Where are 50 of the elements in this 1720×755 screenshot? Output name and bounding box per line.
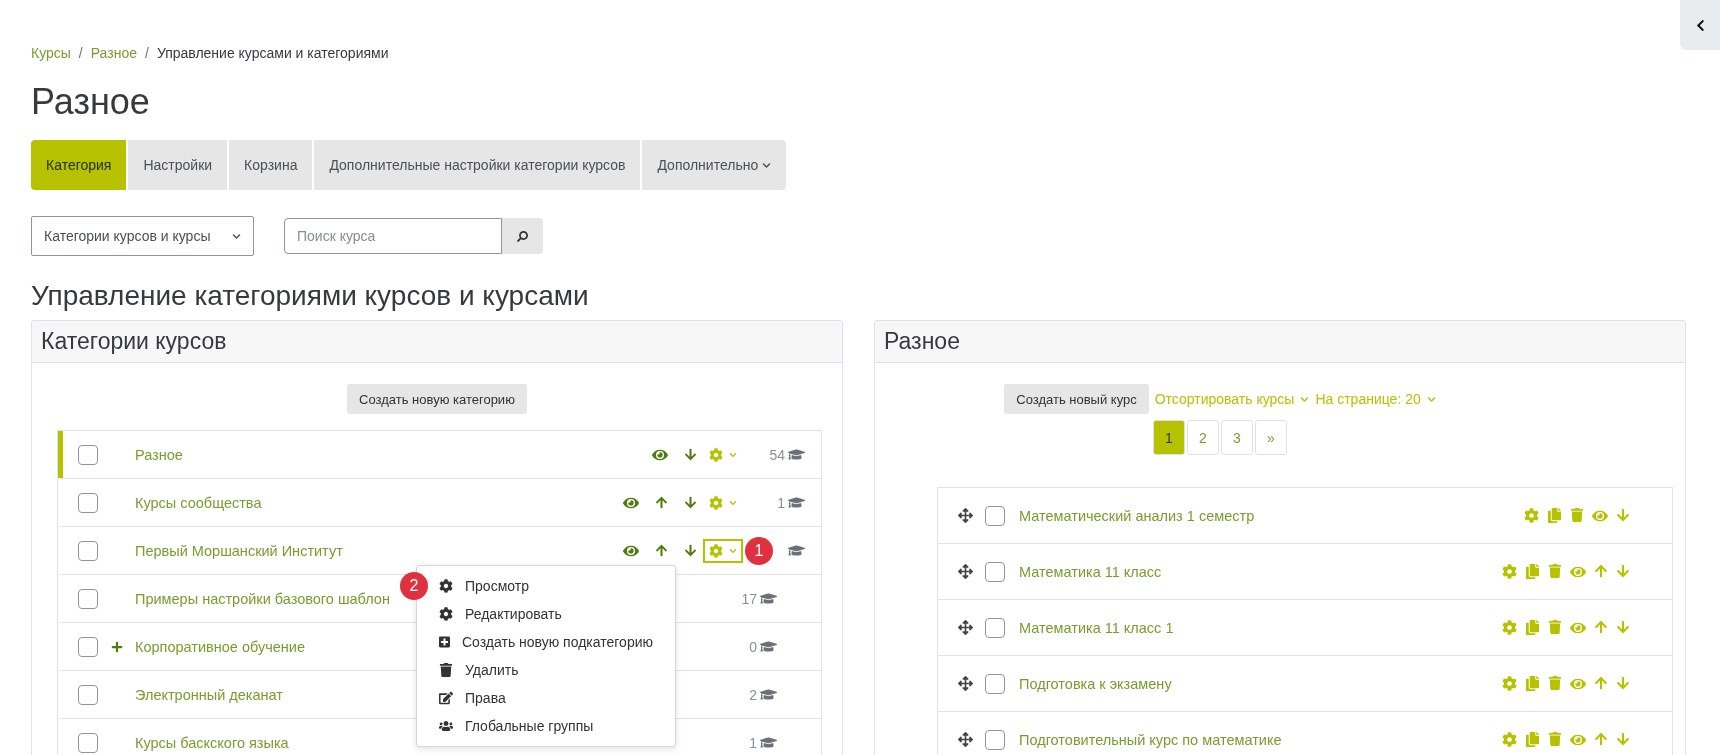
menu-item[interactable]: Права [429, 684, 675, 712]
breadcrumb-link[interactable]: Разное [90, 45, 137, 61]
panel-title: Разное [875, 321, 1685, 363]
breadcrumb-separator: / [78, 45, 83, 61]
course-link[interactable]: Подготовка к экзамену [1019, 675, 1172, 692]
category-link[interactable]: Корпоративное обучение [135, 638, 305, 655]
breadcrumb-current: Управление курсами и категориями [156, 45, 389, 61]
page-link[interactable]: » [1255, 420, 1287, 455]
page-link[interactable]: 2 [1187, 420, 1219, 455]
nav-tab[interactable]: Дополнительные настройки категории курсов [314, 140, 641, 190]
nav-tab[interactable]: Корзина [229, 140, 313, 190]
page-title: Разное [31, 81, 151, 123]
per-page-link[interactable]: На странице: 20 [1315, 391, 1436, 407]
view-select[interactable]: Категории курсов и курсы [31, 216, 254, 256]
section-heading: Управление категориями курсов и курсами [31, 280, 590, 312]
nav-tab[interactable]: Дополнительно [642, 140, 787, 190]
category-row[interactable]: Курсы сообщества 1 [58, 479, 821, 527]
course-count: 17 [741, 590, 757, 607]
page-link[interactable]: 3 [1221, 420, 1253, 455]
panel-title: Категории курсов [32, 321, 842, 363]
create-category-button[interactable]: Создать новую категорию [347, 384, 527, 414]
page-link[interactable]: 1 [1153, 420, 1185, 455]
course-link[interactable]: Математика 11 класс 1 [1019, 619, 1174, 636]
search-field[interactable]: Поиск курса [284, 218, 502, 254]
course-count: 1 [749, 734, 757, 751]
course-count: 1 [777, 494, 785, 511]
category-link[interactable]: Курсы сообщества [135, 494, 262, 511]
nav-tab[interactable]: Категория [31, 140, 127, 190]
sort-courses-link[interactable]: Отсортировать курсы [1154, 391, 1310, 407]
nav-tab[interactable]: Настройки [128, 140, 228, 190]
course-link[interactable]: Математический анализ 1 семестр [1019, 507, 1255, 524]
menu-item[interactable]: Просмотр [429, 572, 675, 600]
category-link[interactable]: Электронный деканат [135, 686, 283, 703]
course-link[interactable]: Математика 11 класс [1019, 563, 1162, 580]
course-count: 2 [749, 686, 757, 703]
menu-item[interactable]: Редактировать [429, 600, 675, 628]
course-link[interactable]: Подготовительный курс по математике [1019, 731, 1282, 748]
step-badge: 1 [745, 537, 773, 565]
category-link[interactable]: Примеры настройки базового шаблон [135, 590, 390, 607]
category-row[interactable]: Разное 54 [58, 431, 821, 479]
step-badge: 2 [400, 572, 428, 600]
breadcrumb-separator: / [145, 45, 149, 61]
category-link[interactable]: Разное [135, 446, 183, 463]
breadcrumb-link[interactable]: Курсы [31, 45, 71, 61]
course-count: 54 [769, 446, 785, 463]
menu-item[interactable]: Создать новую подкатегорию [429, 628, 675, 656]
create-course-button[interactable]: Создать новый курс [1004, 384, 1149, 414]
category-link[interactable]: Первый Моршанский Институт [135, 542, 343, 559]
course-count: 0 [749, 638, 757, 655]
category-link[interactable]: Курсы баскского языка [135, 734, 289, 751]
